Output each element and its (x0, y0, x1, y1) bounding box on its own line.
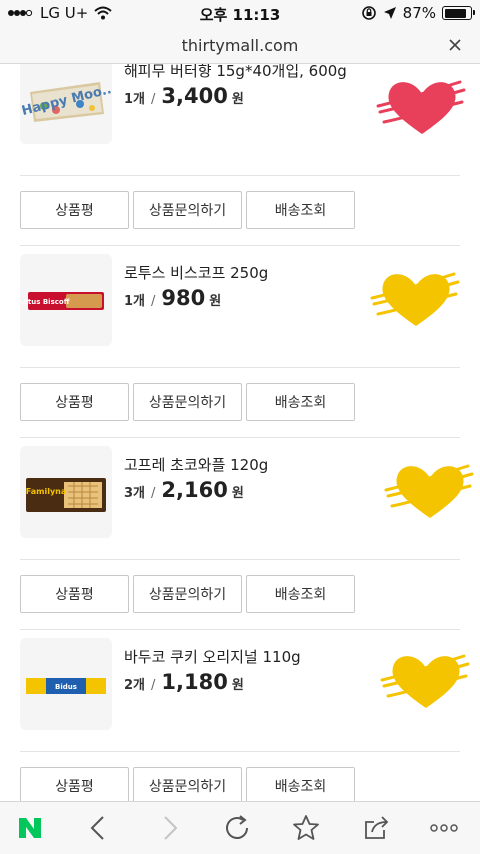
product-quantity: 3개 (124, 486, 146, 501)
product-price: 1,180 (161, 670, 228, 694)
rotation-lock-icon (361, 6, 376, 20)
forward-icon[interactable] (154, 812, 186, 844)
product-item[interactable]: Lotus Biscoff 로투스 비스코프 250g 1개 / 980 원 (0, 254, 480, 364)
product-thumbnail[interactable]: Familyna (20, 446, 112, 538)
heart-icon[interactable] (370, 268, 462, 334)
currency-unit: 원 (231, 92, 244, 107)
battery-percent: 87% (402, 4, 436, 22)
inquiry-button[interactable]: 상품문의하기 (133, 767, 242, 801)
product-quantity: 1개 (124, 92, 146, 107)
action-row: 상품평 상품문의하기 배송조회 (20, 767, 355, 801)
divider (20, 245, 460, 246)
product-item[interactable]: Bidus 바두코 쿠키 오리지널 110g 2개 / 1,180 원 (0, 638, 480, 748)
product-thumbnail-label: Lotus Biscoff (20, 298, 70, 306)
heart-icon[interactable] (384, 460, 476, 526)
inquiry-button[interactable]: 상품문의하기 (133, 191, 242, 229)
close-icon[interactable] (444, 34, 466, 56)
battery-icon (442, 6, 475, 20)
product-thumbnail[interactable]: Happy Moo.. (20, 64, 112, 144)
divider (20, 559, 460, 560)
bookmark-icon[interactable] (290, 812, 322, 844)
product-price: 2,160 (161, 478, 228, 502)
product-quantity: 2개 (124, 678, 146, 693)
shipping-tracking-button[interactable]: 배송조회 (246, 383, 355, 421)
divider (20, 175, 460, 176)
product-price: 980 (161, 286, 206, 310)
product-thumbnail[interactable]: Bidus (20, 638, 112, 730)
product-thumbnail-label: Bidus (55, 683, 77, 691)
product-quantity-price: 1개 / 980 원 (124, 286, 222, 310)
heart-icon[interactable] (376, 76, 468, 142)
action-row: 상품평 상품문의하기 배송조회 (20, 191, 355, 229)
action-row: 상품평 상품문의하기 배송조회 (20, 575, 355, 613)
divider (20, 629, 460, 630)
address-bar[interactable]: thirtymall.com (0, 28, 480, 64)
product-name[interactable]: 해피무 버터향 15g*40개입, 600g (124, 64, 347, 81)
back-icon[interactable] (82, 812, 114, 844)
inquiry-button[interactable]: 상품문의하기 (133, 383, 242, 421)
url-text[interactable]: thirtymall.com (0, 36, 480, 55)
shipping-tracking-button[interactable]: 배송조회 (246, 191, 355, 229)
product-thumbnail[interactable]: Lotus Biscoff (20, 254, 112, 346)
product-price: 3,400 (161, 84, 228, 108)
product-item[interactable]: Familyna 고프레 초코와플 120g 3개 / 2,160 원 (0, 446, 480, 556)
currency-unit: 원 (231, 486, 244, 501)
product-quantity-price: 1개 / 3,400 원 (124, 84, 244, 108)
product-name[interactable]: 바두코 쿠키 오리지널 110g (124, 646, 301, 667)
naver-icon[interactable] (14, 812, 46, 844)
divider (20, 437, 460, 438)
location-icon (383, 7, 396, 19)
inquiry-button[interactable]: 상품문의하기 (133, 575, 242, 613)
currency-unit: 원 (209, 294, 222, 309)
product-quantity-price: 2개 / 1,180 원 (124, 670, 244, 694)
product-name[interactable]: 로투스 비스코프 250g (124, 262, 268, 283)
action-row: 상품평 상품문의하기 배송조회 (20, 383, 355, 421)
divider (20, 751, 460, 752)
status-bar: LG U+ 오후 11:13 87% (0, 0, 480, 28)
order-list: Happy Moo.. 해피무 버터향 15g*40개입, 600g 1개 / … (0, 64, 480, 801)
divider (20, 367, 460, 368)
more-icon[interactable] (428, 812, 460, 844)
review-button[interactable]: 상품평 (20, 191, 129, 229)
currency-unit: 원 (231, 678, 244, 693)
review-button[interactable]: 상품평 (20, 575, 129, 613)
share-icon[interactable] (360, 812, 392, 844)
product-item[interactable]: Happy Moo.. 해피무 버터향 15g*40개입, 600g 1개 / … (0, 64, 480, 162)
product-quantity-price: 3개 / 2,160 원 (124, 478, 244, 502)
reload-icon[interactable] (221, 812, 253, 844)
browser-toolbar (0, 801, 480, 854)
review-button[interactable]: 상품평 (20, 383, 129, 421)
product-quantity: 1개 (124, 294, 146, 309)
product-thumbnail-label: Familyna (26, 487, 67, 496)
heart-icon[interactable] (380, 650, 472, 716)
shipping-tracking-button[interactable]: 배송조회 (246, 575, 355, 613)
shipping-tracking-button[interactable]: 배송조회 (246, 767, 355, 801)
product-name[interactable]: 고프레 초코와플 120g (124, 454, 268, 475)
review-button[interactable]: 상품평 (20, 767, 129, 801)
